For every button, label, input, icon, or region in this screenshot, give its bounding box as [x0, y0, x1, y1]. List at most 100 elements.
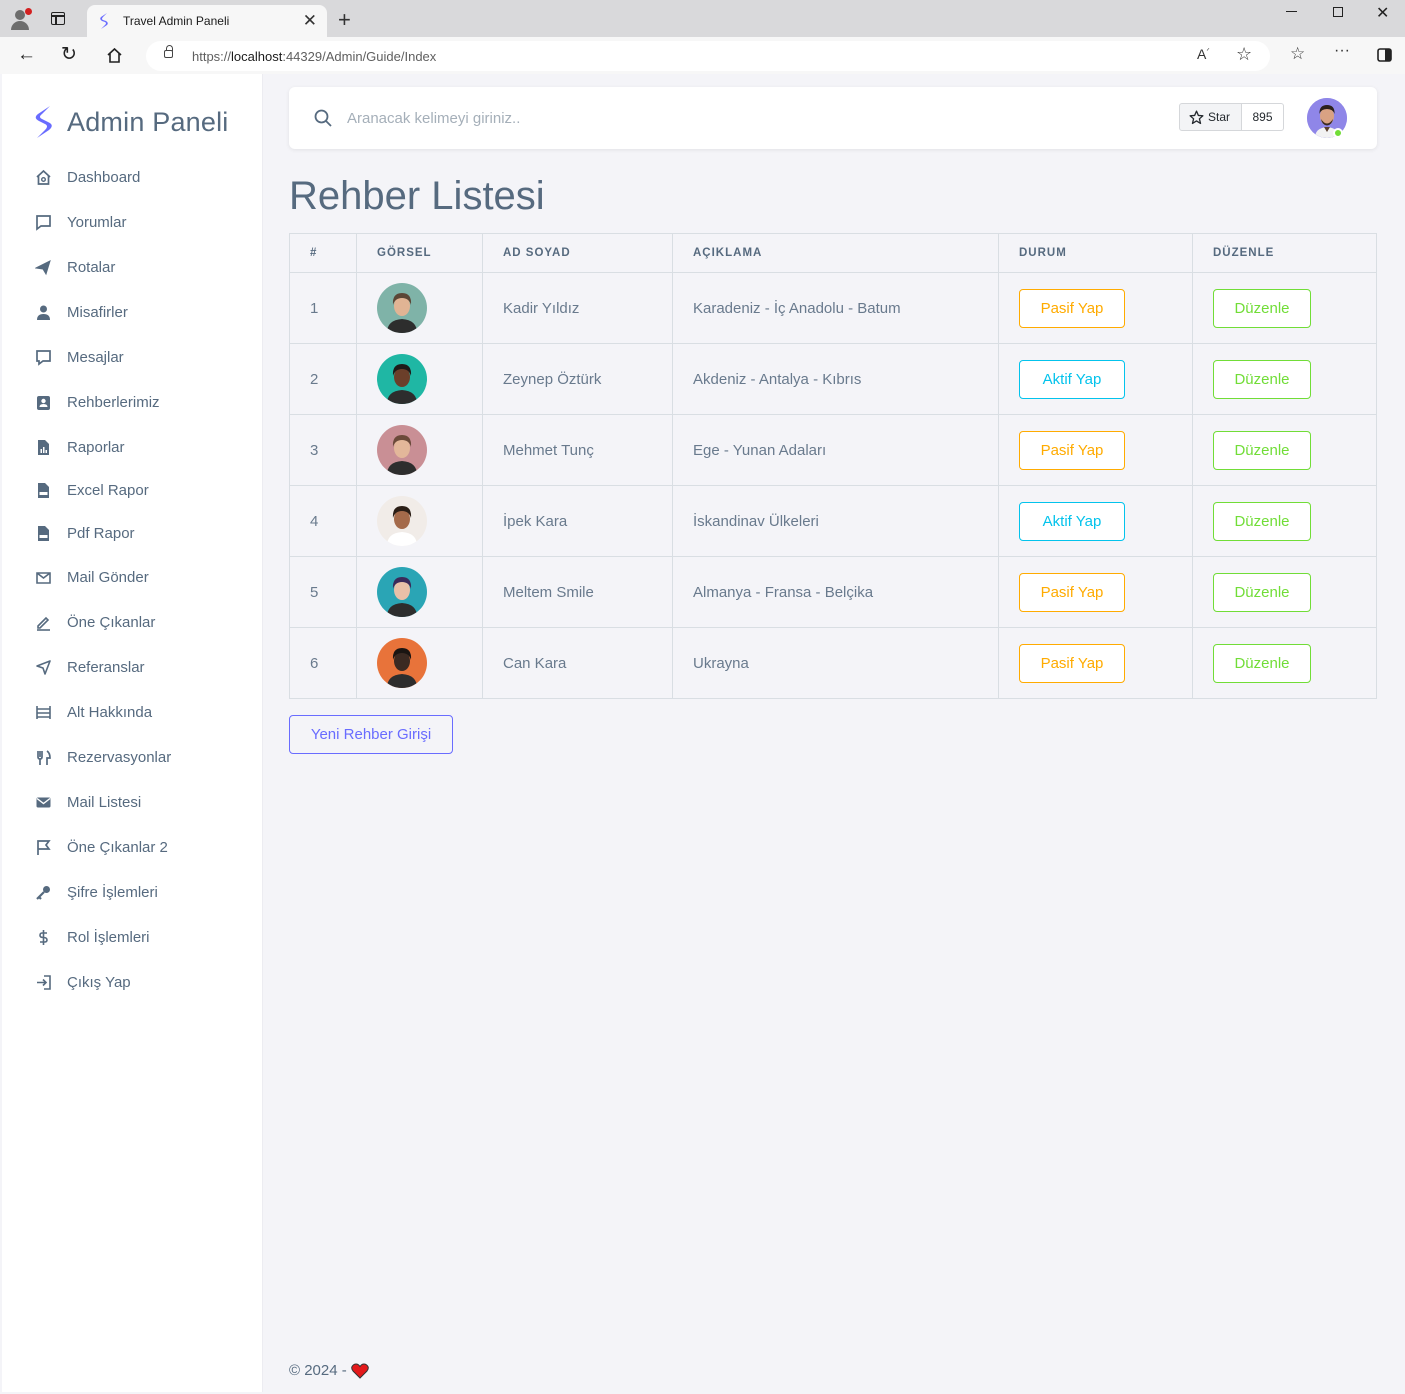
user-icon	[33, 302, 53, 322]
sidebar-item-pdf-rapor[interactable]: Pdf Rapor	[33, 521, 135, 545]
sidebar-item-yorumlar[interactable]: Yorumlar	[33, 210, 126, 234]
brand[interactable]: Admin Paneli	[33, 105, 229, 139]
sidebar-item-referanslar[interactable]: Referanslar	[33, 655, 145, 679]
sidebar-item-mail-listesi[interactable]: Mail Listesi	[33, 790, 141, 814]
sidebar-item-cikis-yap[interactable]: Çıkış Yap	[33, 970, 131, 994]
edit-button[interactable]: Düzenle	[1213, 288, 1311, 328]
sidebar-item-excel-rapor[interactable]: Excel Rapor	[33, 478, 149, 502]
favorites-icon[interactable]: ☆	[1290, 44, 1305, 64]
page-title: Rehber Listesi	[289, 174, 545, 218]
pencil-icon	[33, 612, 53, 632]
deactivate-button[interactable]: Pasif Yap	[1019, 288, 1125, 328]
edit-button[interactable]: Düzenle	[1213, 572, 1311, 612]
search-input[interactable]	[347, 106, 1047, 130]
guide-avatar	[377, 638, 427, 688]
key-icon	[33, 882, 53, 902]
new-guide-button[interactable]: Yeni Rehber Girişi	[289, 715, 453, 754]
mail-send-icon	[33, 567, 53, 587]
column-header-edit: DÜZENLE	[1192, 233, 1377, 273]
edit-button[interactable]: Düzenle	[1213, 359, 1311, 399]
row-image-cell	[356, 627, 483, 699]
guide-avatar	[377, 425, 427, 475]
window-close-icon[interactable]: ✕	[1376, 3, 1389, 23]
back-icon[interactable]: ←	[17, 45, 36, 65]
row-number: 5	[289, 556, 357, 628]
tab-actions-icon[interactable]	[51, 12, 65, 25]
search-icon[interactable]	[313, 108, 333, 128]
row-description: Akdeniz - Antalya - Kıbrıs	[672, 343, 999, 415]
comment-icon	[33, 212, 53, 232]
url-field[interactable]: https://localhost:44329/Admin/Guide/Inde…	[146, 41, 1270, 71]
window-minimize-icon[interactable]	[1286, 11, 1297, 12]
row-edit-cell: Düzenle	[1192, 556, 1377, 628]
sidebar-item-dashboard[interactable]: Dashboard	[33, 165, 140, 189]
sidebar-item-rotalar[interactable]: Rotalar	[33, 255, 115, 279]
url-text: https://localhost:44329/Admin/Guide/Inde…	[192, 49, 437, 64]
row-edit-cell: Düzenle	[1192, 343, 1377, 415]
refresh-icon[interactable]: ↻	[61, 45, 77, 65]
activate-button[interactable]: Aktif Yap	[1019, 359, 1125, 399]
browser-tab[interactable]: Travel Admin Paneli ✕	[87, 5, 327, 37]
brand-text: Admin Paneli	[67, 106, 229, 137]
edit-button[interactable]: Düzenle	[1213, 643, 1311, 683]
logout-icon	[33, 972, 53, 992]
sidebar-item-misafirler[interactable]: Misafirler	[33, 300, 128, 324]
star-count[interactable]: 895	[1242, 103, 1284, 131]
sidebar-item-sifre-islemleri[interactable]: Şifre İşlemleri	[33, 880, 158, 904]
guide-avatar	[377, 567, 427, 617]
sidebar-item-mail-gonder[interactable]: Mail Gönder	[33, 565, 149, 589]
window-maximize-icon[interactable]	[1333, 7, 1343, 17]
sidebar-item-alt-hakkinda[interactable]: Alt Hakkında	[33, 700, 152, 724]
activate-button[interactable]: Aktif Yap	[1019, 501, 1125, 541]
online-status-dot	[1333, 128, 1343, 138]
sidebar-toggle-icon[interactable]	[1377, 48, 1392, 62]
favorite-star-icon[interactable]: ☆	[1236, 44, 1252, 65]
row-status-cell: Pasif Yap	[998, 627, 1193, 699]
doc-file-icon	[33, 480, 53, 500]
table-row: 2 Zeynep Öztürk Akdeniz - Antalya - Kıbr…	[289, 343, 1377, 415]
contact-card-icon	[33, 392, 53, 412]
layout-icon	[33, 702, 53, 722]
more-icon[interactable]: ···	[1334, 42, 1350, 60]
deactivate-button[interactable]: Pasif Yap	[1019, 572, 1125, 612]
column-header-name: AD SOYAD	[482, 233, 673, 273]
row-name: Mehmet Tunç	[482, 414, 673, 486]
row-edit-cell: Düzenle	[1192, 627, 1377, 699]
column-header-description: AÇIKLAMA	[672, 233, 999, 273]
lock-icon	[164, 45, 173, 58]
edit-button[interactable]: Düzenle	[1213, 430, 1311, 470]
brand-logo-icon	[35, 106, 52, 138]
home-browser-icon[interactable]	[106, 47, 123, 64]
sidebar-item-rol-islemleri[interactable]: Rol İşlemleri	[33, 925, 150, 949]
table-row: 6 Can Kara Ukrayna Pasif Yap Düzenle	[289, 627, 1377, 699]
guide-avatar	[377, 354, 427, 404]
sidebar-item-mesajlar[interactable]: Mesajlar	[33, 345, 124, 369]
row-image-cell	[356, 343, 483, 415]
sidebar-item-rezervasyonlar[interactable]: Rezervasyonlar	[33, 745, 171, 769]
profile-icon[interactable]	[8, 7, 32, 31]
table-row: 4 İpek Kara İskandinav Ülkeleri Aktif Ya…	[289, 485, 1377, 557]
footer: © 2024 -	[289, 1362, 369, 1379]
guide-avatar	[377, 496, 427, 546]
row-edit-cell: Düzenle	[1192, 485, 1377, 557]
read-aloud-icon[interactable]: Aᐟ	[1197, 46, 1210, 62]
sidebar-item-one-cikanlar-2[interactable]: Öne Çıkanlar 2	[33, 835, 168, 859]
app-page: Admin Paneli Dashboard Yorumlar Rotalar …	[2, 74, 1405, 1392]
edit-button[interactable]: Düzenle	[1213, 501, 1311, 541]
sidebar-item-raporlar[interactable]: Raporlar	[33, 435, 125, 459]
github-star-button[interactable]: Star	[1179, 103, 1242, 131]
row-edit-cell: Düzenle	[1192, 414, 1377, 486]
sidebar-item-one-cikanlar[interactable]: Öne Çıkanlar	[33, 610, 155, 634]
sidebar-item-rehberlerimiz[interactable]: Rehberlerimiz	[33, 390, 160, 414]
favicon-icon	[100, 13, 108, 29]
column-header-no: #	[289, 233, 357, 273]
new-tab-icon[interactable]: +	[338, 7, 351, 33]
deactivate-button[interactable]: Pasif Yap	[1019, 643, 1125, 683]
row-description: Almanya - Fransa - Belçika	[672, 556, 999, 628]
row-status-cell: Pasif Yap	[998, 414, 1193, 486]
sidebar: Admin Paneli Dashboard Yorumlar Rotalar …	[2, 74, 263, 1392]
tab-close-icon[interactable]: ✕	[303, 11, 317, 31]
table-row: 3 Mehmet Tunç Ege - Yunan Adaları Pasif …	[289, 414, 1377, 486]
message-icon	[33, 347, 53, 367]
deactivate-button[interactable]: Pasif Yap	[1019, 430, 1125, 470]
